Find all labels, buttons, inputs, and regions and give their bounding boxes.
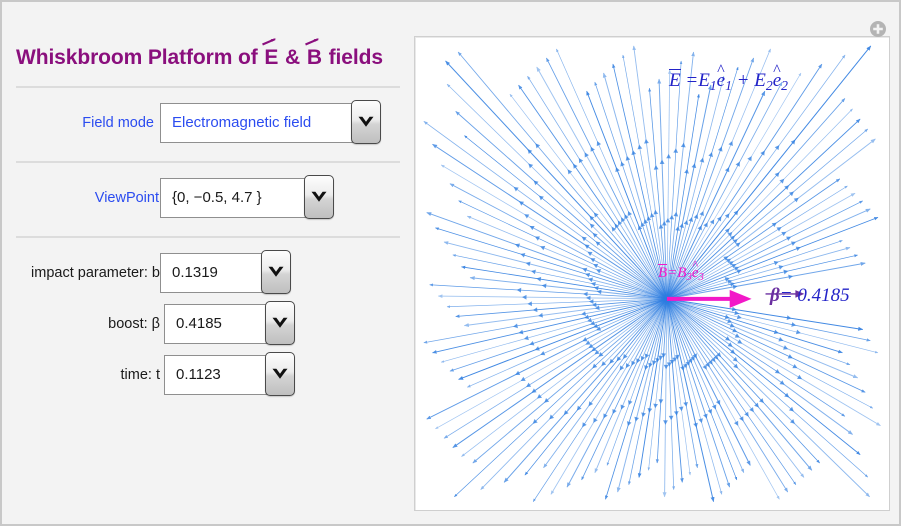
boost-dropdown-button[interactable] bbox=[265, 301, 295, 345]
control-panel: Whiskbroom Platform of E & B fields Fiel… bbox=[2, 2, 414, 524]
title-b-letter: B bbox=[306, 46, 322, 69]
beta-value-annotation: β= 0.4185 bbox=[770, 285, 850, 307]
page-title: Whiskbroom Platform of E & B fields bbox=[16, 38, 406, 70]
divider-top bbox=[16, 86, 400, 88]
b-unit-vector: ^ e bbox=[692, 258, 699, 282]
b-equals: = bbox=[667, 265, 678, 281]
impact-parameter-value: 0.1319 bbox=[172, 264, 218, 281]
e-field-equation: E =E1 ^ e1 + E2 ^ e2 bbox=[669, 62, 788, 94]
field-mode-dropdown-button[interactable] bbox=[351, 100, 381, 144]
chevron-down-icon bbox=[272, 317, 288, 328]
boost-label: boost: β bbox=[108, 316, 160, 332]
impact-parameter-label: impact parameter: b bbox=[31, 265, 160, 281]
title-amp: & bbox=[279, 46, 306, 69]
e-term1-subscript: 1 bbox=[709, 77, 717, 93]
beta-symbol: β bbox=[770, 285, 780, 306]
field-line-plot[interactable]: E =E1 ^ e1 + E2 ^ e2 B=B3 ^ e3 β= 0.4185 bbox=[414, 36, 890, 511]
e-vector-symbol: E bbox=[669, 69, 681, 91]
time-label: time: t bbox=[120, 367, 160, 383]
viewpoint-label: ViewPoint bbox=[94, 190, 159, 206]
time-value: 0.1123 bbox=[176, 366, 221, 383]
divider-bottom bbox=[16, 236, 400, 238]
field-mode-select[interactable]: Electromagnetic field bbox=[160, 103, 370, 143]
control-row-time: time: t 0.1123 bbox=[16, 352, 295, 396]
vector-arrow-icon bbox=[304, 38, 320, 46]
control-row-viewpoint: ViewPoint {0, −0.5, 4.7 } bbox=[16, 175, 334, 219]
e-term1-unit-vector: ^ e bbox=[717, 62, 725, 92]
divider-middle bbox=[16, 161, 400, 163]
e-term2-subscript: 2 bbox=[765, 77, 773, 93]
beta-equals: = bbox=[779, 285, 798, 306]
title-prefix: Whiskbroom Platform of bbox=[16, 46, 264, 69]
b-field-equation: B=B3 ^ e3 bbox=[658, 258, 704, 284]
chevron-down-icon bbox=[268, 266, 284, 277]
chevron-down-icon bbox=[358, 116, 374, 127]
e-term2-coefficient: E bbox=[754, 70, 766, 91]
chevron-down-icon bbox=[311, 191, 327, 202]
impact-parameter-dropdown-button[interactable] bbox=[261, 250, 291, 294]
field-mode-label: Field mode bbox=[82, 115, 154, 131]
beta-number: 0.4185 bbox=[797, 285, 850, 306]
control-row-field-mode: Field mode Electromagnetic field bbox=[16, 100, 381, 144]
b-vector-symbol: B bbox=[658, 264, 668, 281]
plus-circle-icon bbox=[870, 21, 886, 37]
title-b-vector: B bbox=[304, 38, 323, 70]
boost-value: 0.4185 bbox=[176, 315, 222, 332]
expand-plus-icon[interactable] bbox=[869, 20, 887, 38]
demonstration-window: Whiskbroom Platform of E & B fields Fiel… bbox=[0, 0, 901, 526]
hat-accent-icon: ^ bbox=[692, 258, 699, 273]
vector-arrow-icon bbox=[262, 38, 277, 46]
time-field[interactable]: 0.1123 bbox=[164, 355, 280, 395]
impact-parameter-field[interactable]: 0.1319 bbox=[160, 253, 276, 293]
control-row-impact-parameter: impact parameter: b 0.1319 bbox=[16, 250, 291, 294]
b-unit-subscript: 3 bbox=[698, 271, 704, 284]
boost-field[interactable]: 0.4185 bbox=[164, 304, 280, 344]
e-term1-coefficient: E bbox=[698, 70, 710, 91]
e-term1-unit-subscript: 1 bbox=[725, 77, 732, 93]
e-term2-unit-subscript: 2 bbox=[781, 77, 788, 93]
e-plus: + bbox=[731, 70, 755, 91]
e-term2-unit-vector: ^ e bbox=[773, 62, 781, 92]
e-equals: = bbox=[680, 70, 699, 91]
viewpoint-dropdown-button[interactable] bbox=[304, 175, 334, 219]
viewpoint-value: {0, −0.5, 4.7 } bbox=[172, 189, 262, 206]
hat-accent-icon: ^ bbox=[717, 61, 725, 79]
title-e-vector: E bbox=[262, 38, 279, 70]
time-dropdown-button[interactable] bbox=[265, 352, 295, 396]
title-suffix: fields bbox=[322, 46, 383, 69]
field-line-canvas bbox=[423, 45, 881, 503]
title-e-letter: E bbox=[264, 46, 279, 69]
control-row-boost: boost: β 0.4185 bbox=[16, 301, 295, 345]
hat-accent-icon: ^ bbox=[773, 61, 781, 79]
viewpoint-select[interactable]: {0, −0.5, 4.7 } bbox=[160, 178, 319, 218]
radial-field-lines bbox=[423, 45, 881, 503]
field-mode-value: Electromagnetic field bbox=[172, 114, 312, 131]
chevron-down-icon bbox=[272, 368, 288, 379]
